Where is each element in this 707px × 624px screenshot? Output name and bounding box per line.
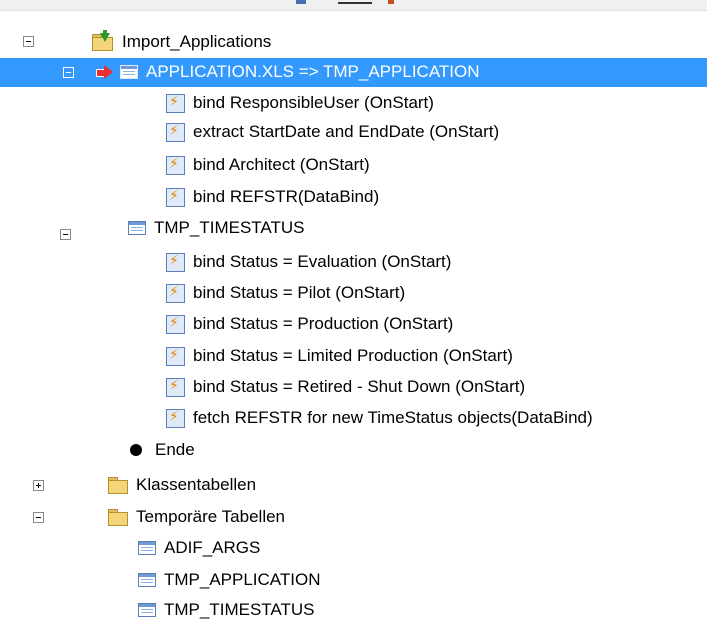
expander-import-applications[interactable]	[23, 36, 34, 47]
tree-node-event[interactable]: bind Status = Retired - Shut Down (OnSta…	[166, 373, 527, 401]
tree-node-event[interactable]: bind Architect (OnStart)	[166, 151, 372, 179]
tree-node-label: Import_Applications	[122, 32, 272, 51]
tree-node-label: bind Status = Production (OnStart)	[193, 314, 454, 333]
tree-node-event[interactable]: bind Status = Production (OnStart)	[166, 310, 455, 338]
event-bolt-icon	[166, 377, 185, 397]
table-icon	[120, 65, 138, 79]
expander-application-step[interactable]	[63, 67, 74, 78]
event-bolt-icon	[166, 155, 185, 175]
tree-node-event[interactable]: extract StartDate and EndDate (OnStart)	[166, 118, 501, 146]
expander-temp-tables[interactable]	[33, 512, 44, 523]
toolbar-fragment	[388, 0, 394, 4]
tree-node-label: TMP_TIMESTATUS	[164, 600, 315, 619]
folder-icon	[108, 509, 128, 526]
tree-node-label: Klassentabellen	[136, 475, 257, 494]
event-bolt-icon	[166, 346, 185, 366]
tree-node-event[interactable]: bind ResponsibleUser (OnStart)	[166, 89, 436, 117]
tree-node-label: bind REFSTR(DataBind)	[193, 187, 380, 206]
tree-node-label: bind ResponsibleUser (OnStart)	[193, 93, 434, 112]
table-icon	[138, 573, 156, 587]
tree-node-temp-tables[interactable]: Temporäre Tabellen	[108, 503, 287, 531]
tree-node-import-applications[interactable]: Import_Applications	[92, 28, 273, 56]
tree-node-label: bind Status = Evaluation (OnStart)	[193, 252, 452, 271]
tree-node-label: APPLICATION.XLS => TMP_APPLICATION	[146, 62, 480, 81]
tree-node-label: Ende	[155, 440, 195, 459]
tree-node-label: TMP_APPLICATION	[164, 570, 321, 589]
folder-import-icon	[92, 30, 114, 51]
tree-node-label: ADIF_ARGS	[164, 538, 261, 557]
tree-node-event[interactable]: bind Status = Pilot (OnStart)	[166, 279, 407, 307]
tree-node-class-tables[interactable]: Klassentabellen	[108, 471, 258, 499]
tree-node-label: bind Status = Limited Production (OnStar…	[193, 346, 513, 365]
event-bolt-icon	[166, 314, 185, 334]
tree-node-label: bind Status = Pilot (OnStart)	[193, 283, 406, 302]
tree-node-label: bind Status = Retired - Shut Down (OnSta…	[193, 377, 526, 396]
tree-node-label: TMP_TIMESTATUS	[154, 218, 305, 237]
tree-node-temp-table[interactable]: ADIF_ARGS	[138, 534, 262, 562]
current-step-arrow-icon	[96, 65, 114, 79]
event-bolt-icon	[166, 283, 185, 303]
expander-class-tables[interactable]	[33, 480, 44, 491]
tree-node-label: fetch REFSTR for new TimeStatus objects(…	[193, 408, 593, 427]
tree-node-temp-table[interactable]: TMP_TIMESTATUS	[138, 596, 317, 624]
tree-node-label: extract StartDate and EndDate (OnStart)	[193, 122, 500, 141]
tree-node-event[interactable]: bind Status = Evaluation (OnStart)	[166, 248, 453, 276]
expander-timestatus-step[interactable]	[60, 229, 71, 240]
folder-icon	[108, 477, 128, 494]
tree-node-end[interactable]: Ende	[126, 436, 197, 464]
window-top-strip	[0, 0, 707, 11]
event-bolt-icon	[166, 122, 185, 142]
tree-node-event[interactable]: bind REFSTR(DataBind)	[166, 183, 381, 211]
event-bolt-icon	[166, 408, 185, 428]
table-icon	[138, 541, 156, 555]
tree-node-event[interactable]: fetch REFSTR for new TimeStatus objects(…	[166, 404, 595, 432]
tree-node-temp-table[interactable]: TMP_APPLICATION	[138, 566, 323, 594]
end-dot-icon	[130, 444, 142, 456]
tree-node-label: Temporäre Tabellen	[136, 507, 285, 526]
tree-node-label: bind Architect (OnStart)	[193, 155, 370, 174]
tree-node-event[interactable]: bind Status = Limited Production (OnStar…	[166, 342, 515, 370]
tree-node-timestatus-step[interactable]: TMP_TIMESTATUS	[128, 214, 307, 242]
tree-node-application-step[interactable]: APPLICATION.XLS => TMP_APPLICATION	[96, 58, 482, 86]
table-icon	[128, 221, 146, 235]
table-icon	[138, 603, 156, 617]
event-bolt-icon	[166, 93, 185, 113]
toolbar-fragment	[296, 0, 306, 4]
event-bolt-icon	[166, 252, 185, 272]
event-bolt-icon	[166, 187, 185, 207]
toolbar-fragment	[338, 2, 372, 4]
